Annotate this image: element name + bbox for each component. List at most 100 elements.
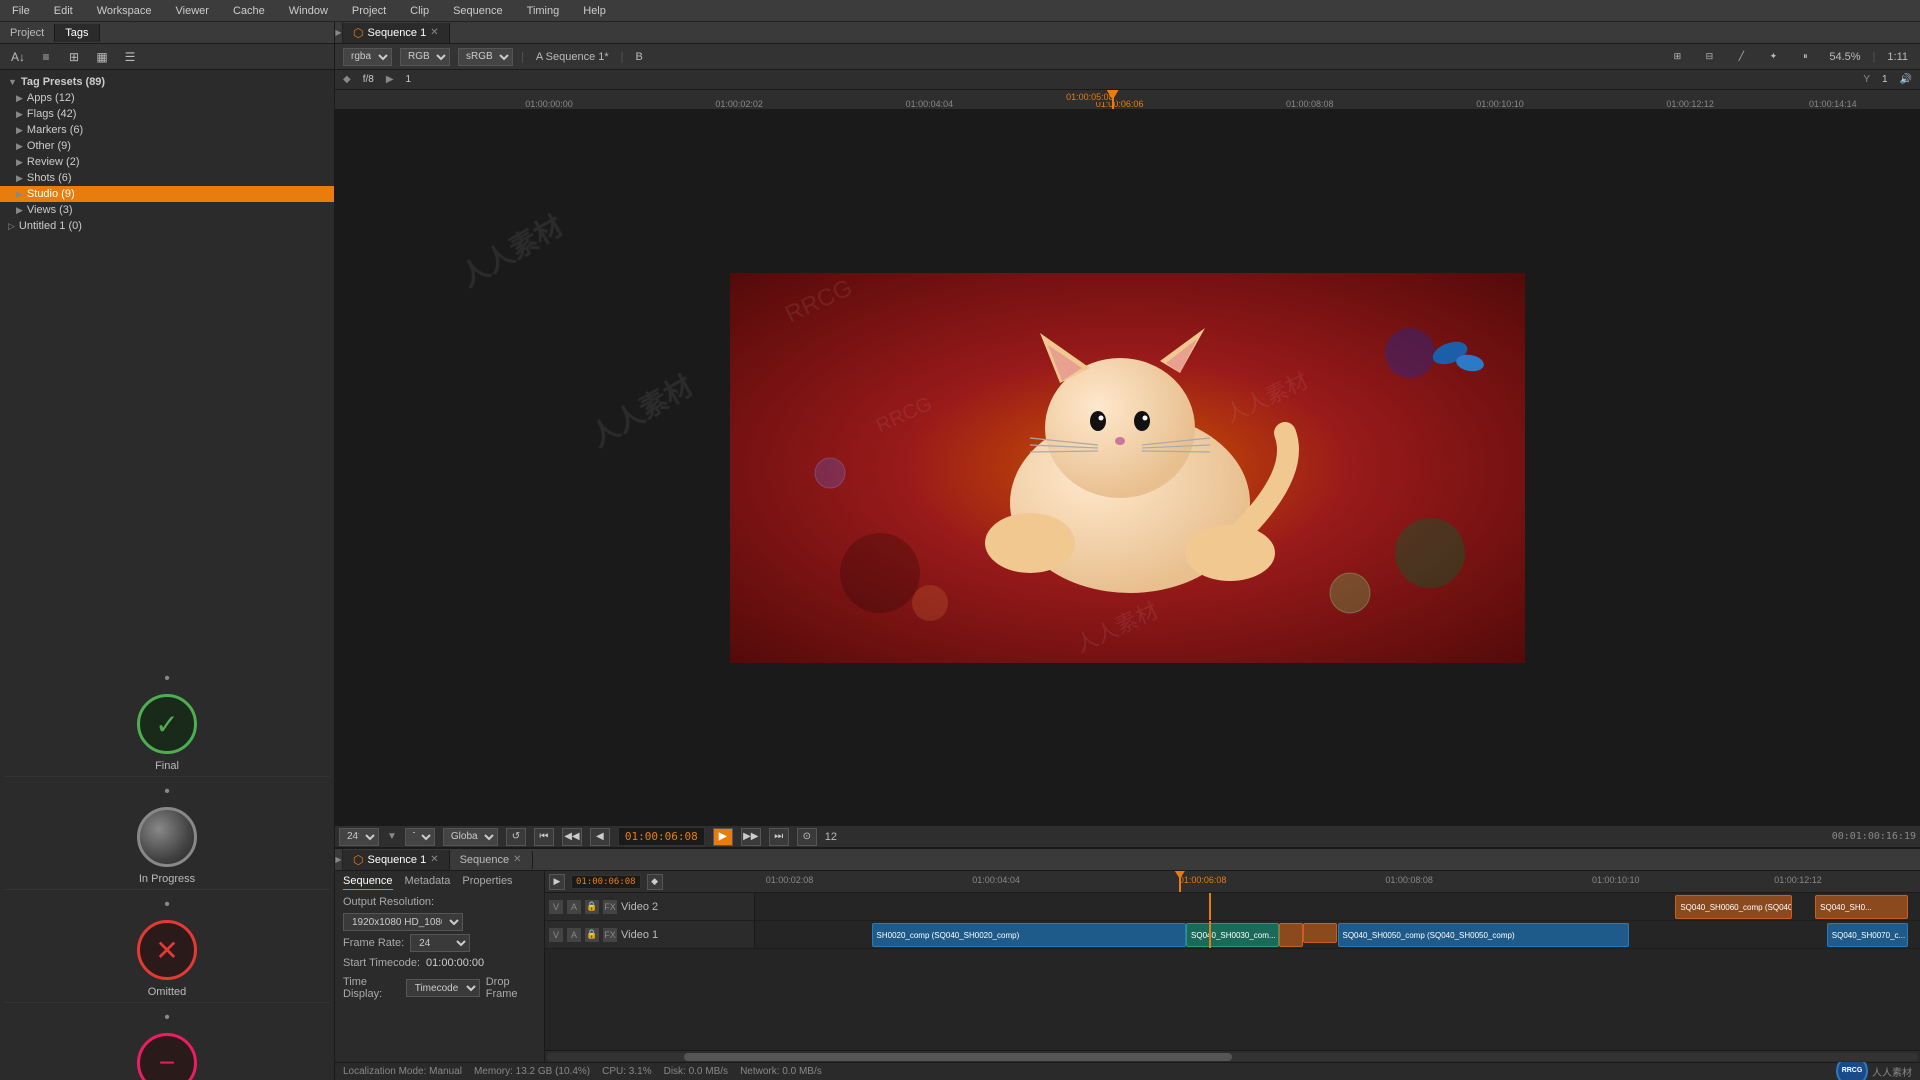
menu-cache[interactable]: Cache — [229, 3, 269, 19]
track-video1-lock[interactable]: 🔒 — [585, 928, 599, 942]
track-video2-vis[interactable]: V — [549, 900, 563, 914]
tl-marker-btn[interactable]: ◆ — [647, 874, 663, 890]
viewer-btn-3[interactable]: ╱ — [1729, 47, 1753, 67]
frame-rate-select-prop[interactable]: 24 — [410, 934, 470, 952]
track-video1-audio[interactable]: A — [567, 928, 581, 942]
clip-video1-3[interactable] — [1279, 923, 1302, 947]
viewer-tab-close[interactable]: ✕ — [430, 27, 438, 38]
y-label: Y — [1863, 74, 1870, 85]
track-video1-fx[interactable]: FX — [603, 928, 617, 942]
track-video2-fx[interactable]: FX — [603, 900, 617, 914]
output-resolution-select[interactable]: 1920x1080 HD_1080 — [343, 913, 463, 931]
sort-icon[interactable]: A↓ — [6, 47, 30, 67]
timeline-tab-seq[interactable]: Sequence ✕ — [450, 851, 533, 869]
clip-video1-6[interactable]: SQ040_SH0070_c... — [1827, 923, 1909, 947]
output-resolution-row: Output Resolution: — [343, 894, 536, 910]
clip-video1-4[interactable] — [1303, 923, 1338, 943]
clip-video1-2[interactable]: SQ040_SH0030_com... — [1186, 923, 1279, 947]
menu-project[interactable]: Project — [348, 3, 390, 19]
gamma-select[interactable]: sRGB — [458, 48, 513, 66]
total-time: 00:01:00:16:19 — [1832, 831, 1916, 842]
global-select[interactable]: Global — [443, 828, 498, 846]
frame-rate-select[interactable]: 24* — [339, 828, 379, 846]
menu-file[interactable]: File — [8, 3, 34, 19]
timeline-tab-seq1-label: Sequence 1 — [367, 854, 426, 866]
clip-video2-2[interactable]: SQ040_SH0... — [1815, 895, 1908, 919]
tree-item-markers[interactable]: ▶Markers (6) — [0, 122, 334, 138]
timeline-tab-seq-close[interactable]: ✕ — [513, 854, 521, 865]
tree-item-views[interactable]: ▶Views (3) — [0, 202, 334, 218]
menu-icon[interactable]: ☰ — [118, 47, 142, 67]
clip-video2-1[interactable]: SQ040_SH0060_comp (SQ040_SH0060... — [1675, 895, 1792, 919]
ruler-mark-5: 01:00:10:10 — [1476, 99, 1524, 109]
color-mode-select[interactable]: rgbargb — [343, 48, 392, 66]
grid-icon[interactable]: ⊞ — [62, 47, 86, 67]
list-icon[interactable]: ≡ — [34, 47, 58, 67]
filter-icon[interactable]: ▦ — [90, 47, 114, 67]
menu-help[interactable]: Help — [579, 3, 610, 19]
menu-edit[interactable]: Edit — [50, 3, 77, 19]
tag-inprogress-icon[interactable] — [137, 807, 197, 867]
tl-ruler-4: 01:00:10:10 — [1592, 875, 1640, 885]
tree-item-review[interactable]: ▶Review (2) — [0, 154, 334, 170]
menu-viewer[interactable]: Viewer — [172, 3, 213, 19]
tc-select[interactable]: TC — [405, 828, 435, 846]
menu-window[interactable]: Window — [285, 3, 332, 19]
track-video2-audio[interactable]: A — [567, 900, 581, 914]
timecode-bar: 24* ▼ TC Global ↺ ⏮ ◀◀ ◀ 01:00:06:08 ▶ ▶… — [335, 825, 1920, 847]
sequence-selector[interactable]: A Sequence 1* — [532, 49, 613, 65]
viewer-tab-sequence1[interactable]: ⬡ Sequence 1 ✕ — [343, 23, 450, 43]
menu-timing[interactable]: Timing — [523, 3, 564, 19]
clip-video1-5[interactable]: SQ040_SH0050_comp (SQ040_SH0050_comp) — [1338, 923, 1629, 947]
ruler-mark-1: 01:00:02:02 — [715, 99, 763, 109]
viewer-btn-pause[interactable]: ⏸ — [1793, 47, 1817, 67]
tree-item-untitled[interactable]: ▷Untitled 1 (0) — [0, 218, 334, 234]
transport-prev-frame[interactable]: ◀◀ — [562, 828, 582, 846]
tree-item-other[interactable]: ▶Other (9) — [0, 138, 334, 154]
menu-workspace[interactable]: Workspace — [93, 3, 156, 19]
timeline-scrollbar[interactable] — [545, 1050, 1920, 1062]
loop-icon[interactable]: ↺ — [506, 828, 526, 846]
tag-omitted-dot: • — [164, 896, 170, 914]
transport-play[interactable]: ▶ — [713, 828, 733, 846]
tl-play-btn[interactable]: ▶ — [549, 874, 565, 890]
tag-final-icon[interactable]: ✓ — [137, 694, 197, 754]
tree-item-flags[interactable]: ▶Flags (42) — [0, 106, 334, 122]
frame-rate-label: Frame Rate: — [343, 937, 404, 949]
tag-onhold-icon[interactable]: − — [137, 1033, 197, 1080]
transport-next[interactable]: ▶▶ — [741, 828, 761, 846]
tag-final-label: Final — [155, 760, 179, 772]
tree-item-shots[interactable]: ▶Shots (6) — [0, 170, 334, 186]
viewer-btn-4[interactable]: ✦ — [1761, 47, 1785, 67]
tree-item-studio[interactable]: ▶Studio (9) — [0, 186, 334, 202]
tl-tab-sequence[interactable]: Sequence — [343, 875, 393, 890]
transport-prev[interactable]: ◀ — [590, 828, 610, 846]
start-timecode-value: 01:00:00:00 — [426, 957, 484, 969]
transport-start[interactable]: ⏮ — [534, 828, 554, 846]
track-video1-controls: V A 🔒 FX Video 1 — [545, 921, 755, 948]
tag-omitted-icon[interactable]: ✕ — [137, 920, 197, 980]
transport-loop[interactable]: ⊙ — [797, 828, 817, 846]
viewer-btn-2[interactable]: ⊟ — [1697, 47, 1721, 67]
viewer-btn-1[interactable]: ⊞ — [1665, 47, 1689, 67]
track-video2-lock[interactable]: 🔒 — [585, 900, 599, 914]
main-layout: Project Tags A↓ ≡ ⊞ ▦ ☰ ▼ Tag Presets (8… — [0, 22, 1920, 1080]
timeline-tab-seq1-close[interactable]: ✕ — [430, 854, 438, 865]
tl-tab-properties[interactable]: Properties — [462, 875, 512, 890]
tab-tags[interactable]: Tags — [55, 24, 99, 42]
time-display-select[interactable]: Timecode — [406, 979, 480, 997]
menu-clip[interactable]: Clip — [406, 3, 433, 19]
loop-count: 12 — [825, 831, 837, 843]
timeline-tab-seq1[interactable]: ⬡ Sequence 1 ✕ — [343, 850, 450, 870]
clip-video1-1[interactable]: SH0020_comp (SQ040_SH0020_comp) — [872, 923, 1187, 947]
scrollbar-thumb[interactable] — [684, 1053, 1232, 1061]
channel-select[interactable]: RGB — [400, 48, 450, 66]
tab-project[interactable]: Project — [0, 24, 55, 42]
track-video1-vis[interactable]: V — [549, 928, 563, 942]
menu-sequence[interactable]: Sequence — [449, 3, 507, 19]
output-resolution-label: Output Resolution: — [343, 896, 434, 908]
audio-icon[interactable]: 🔊 — [1900, 74, 1912, 85]
transport-end[interactable]: ⏭ — [769, 828, 789, 846]
tl-tab-metadata[interactable]: Metadata — [405, 875, 451, 890]
tree-item-apps[interactable]: ▶Apps (12) — [0, 90, 334, 106]
